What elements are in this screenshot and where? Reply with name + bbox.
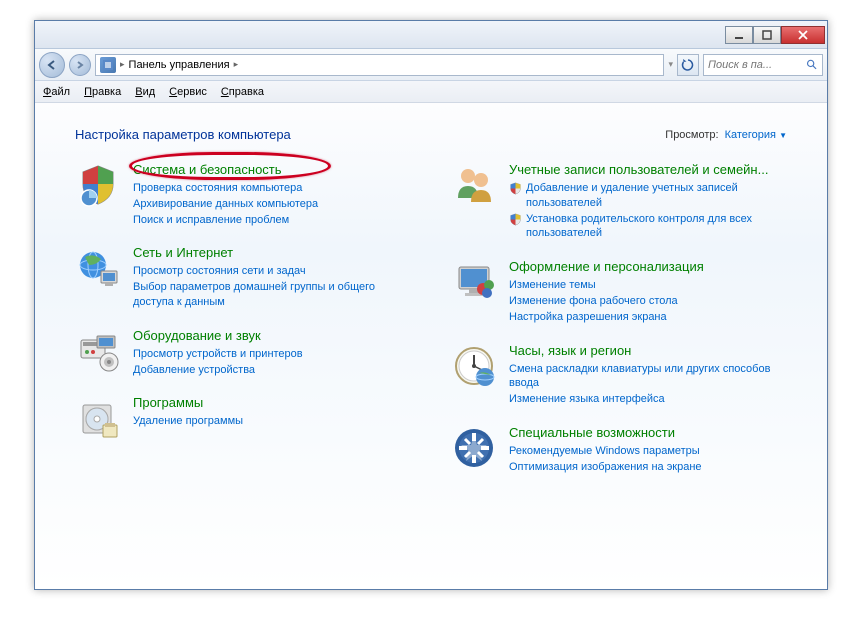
category-link[interactable]: Просмотр устройств и принтеров [133,347,411,362]
category: Программы Удаление программы [75,395,411,441]
category-title[interactable]: Программы [133,395,411,412]
ease-of-access-icon [451,425,497,471]
category-title[interactable]: Учетные записи пользователей и семейн... [509,162,787,179]
shield-icon [509,213,522,226]
search-input[interactable] [708,59,806,71]
view-control: Просмотр: Категория ▼ [665,129,787,141]
category-link[interactable]: Удаление программы [133,414,411,429]
category-link[interactable]: Настройка разрешения экрана [509,310,787,325]
category: Специальные возможности Рекомендуемые Win… [451,425,787,475]
search-box[interactable] [703,54,823,76]
view-label: Просмотр: [665,129,718,141]
category-title[interactable]: Оформление и персонализация [509,259,787,276]
menu-help[interactable]: Справка [221,86,264,98]
control-panel-window: ▸ Панель управления ▸ ▾ Файл Правка Вид … [34,20,828,590]
shield-icon [509,182,522,195]
category-link[interactable]: Просмотр состояния сети и задач [133,264,411,279]
menu-edit[interactable]: Правка [84,86,121,98]
appearance-icon [451,259,497,305]
search-icon [806,58,818,72]
category-link[interactable]: Изменение языка интерфейса [509,392,787,407]
category: Оформление и персонализация Изменение тем… [451,259,787,324]
category-link[interactable]: Добавление и удаление учетных записей по… [509,181,787,211]
breadcrumb-item[interactable]: Панель управления [129,59,230,71]
system-security-icon [75,162,121,208]
category-title[interactable]: Специальные возможности [509,425,787,442]
category-link[interactable]: Добавление устройства [133,363,411,378]
chevron-down-icon: ▼ [779,131,787,140]
category-link[interactable]: Изменение фона рабочего стола [509,294,787,309]
dropdown-arrow-icon[interactable]: ▾ [668,59,673,70]
breadcrumb-arrow-icon: ▸ [234,59,239,70]
category-link[interactable]: Смена раскладки клавиатуры или других сп… [509,362,787,392]
control-panel-icon [100,57,116,73]
category: Часы, язык и регион Смена раскладки клави… [451,343,787,407]
minimize-button[interactable] [725,26,753,44]
category-link[interactable]: Проверка состояния компьютера [133,181,411,196]
menu-file[interactable]: Файл [43,86,70,98]
category: Сеть и Интернет Просмотр состояния сети и… [75,245,411,309]
menu-view[interactable]: Вид [135,86,155,98]
category-link[interactable]: Архивирование данных компьютера [133,197,411,212]
category: Оборудование и звук Просмотр устройств и … [75,328,411,378]
view-dropdown[interactable]: Категория ▼ [725,129,787,141]
maximize-button[interactable] [753,26,781,44]
category-link[interactable]: Рекомендуемые Windows параметры [509,444,787,459]
breadcrumb-arrow-icon: ▸ [120,59,125,70]
titlebar [35,21,827,49]
nav-back-button[interactable] [39,52,65,78]
content-area: Настройка параметров компьютера Просмотр… [35,103,827,589]
hardware-sound-icon [75,328,121,374]
network-internet-icon [75,245,121,291]
category-link[interactable]: Изменение темы [509,278,787,293]
close-button[interactable] [781,26,825,44]
nav-forward-button[interactable] [69,54,91,76]
user-accounts-icon [451,162,497,208]
category-title[interactable]: Часы, язык и регион [509,343,787,360]
page-title: Настройка параметров компьютера [75,127,291,142]
breadcrumb[interactable]: ▸ Панель управления ▸ [95,54,664,76]
programs-icon [75,395,121,441]
menubar: Файл Правка Вид Сервис Справка [35,81,827,103]
clock-language-icon [451,343,497,389]
category-link[interactable]: Оптимизация изображения на экране [509,460,787,475]
category-link[interactable]: Поиск и исправление проблем [133,213,411,228]
navbar: ▸ Панель управления ▸ ▾ [35,49,827,81]
category-link[interactable]: Выбор параметров домашней группы и общег… [133,280,411,310]
category: Система и безопасность Проверка состояния… [75,162,411,227]
category: Учетные записи пользователей и семейн...… [451,162,787,241]
category-title[interactable]: Сеть и Интернет [133,245,411,262]
category-title[interactable]: Система и безопасность [133,162,411,179]
category-title[interactable]: Оборудование и звук [133,328,411,345]
menu-tools[interactable]: Сервис [169,86,207,98]
refresh-button[interactable] [677,54,699,76]
category-link[interactable]: Установка родительского контроля для все… [509,212,787,242]
